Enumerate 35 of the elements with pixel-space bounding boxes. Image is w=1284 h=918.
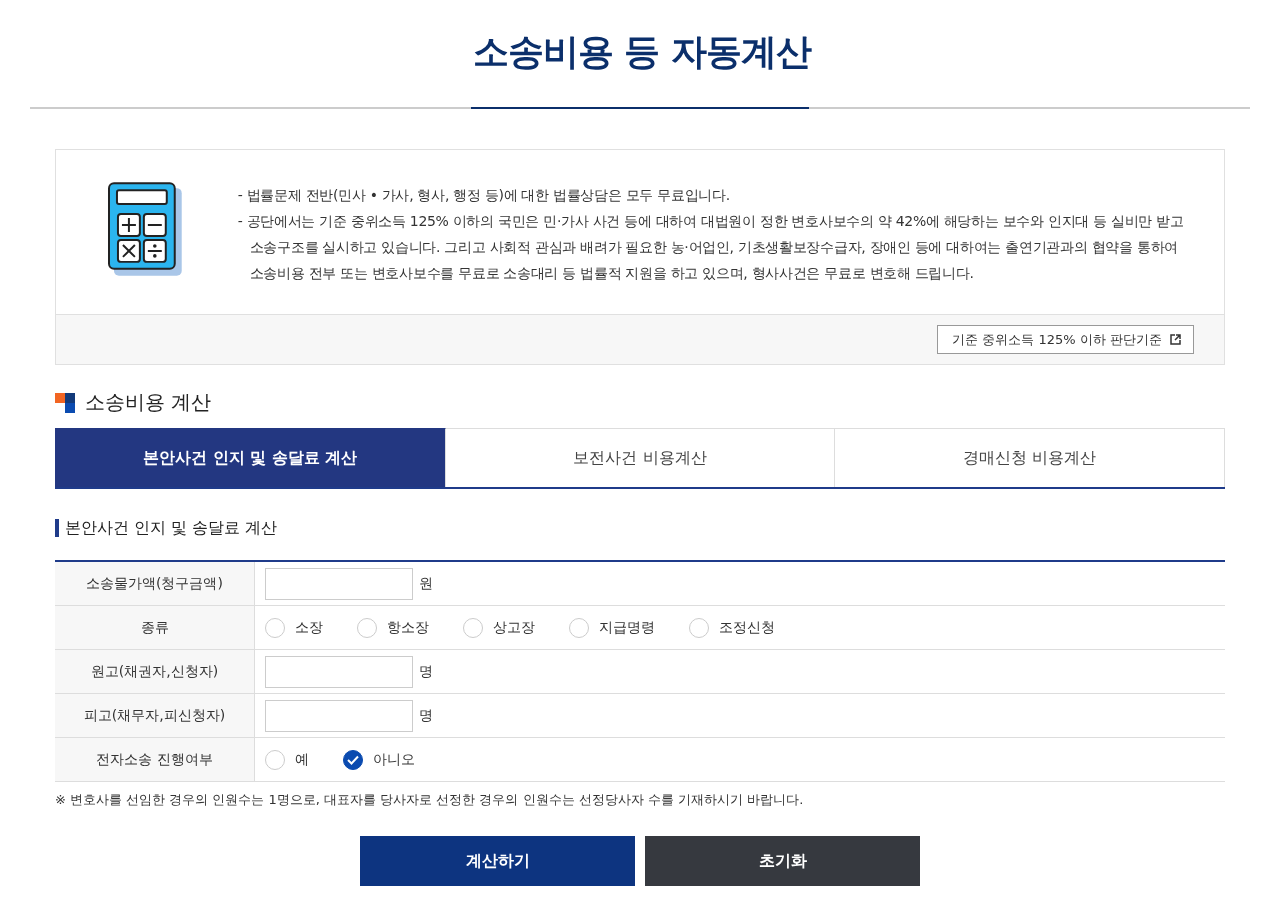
radio-label: 예 [295, 750, 309, 769]
unit-label: 원 [419, 574, 433, 593]
input-field[interactable] [265, 567, 413, 600]
radio-label: 지급명령 [599, 618, 655, 637]
unit-label: 명 [419, 662, 433, 681]
calculator-icon [108, 182, 182, 276]
page-title: 소송비용 등 자동계산 [471, 30, 813, 74]
row-label: 소송물가액(청구금액) [55, 562, 255, 605]
note-text: ※ 변호사를 선임한 경우의 인원수는 1명으로, 대표자를 당사자로 선정한 경우의 인원수는 선정당사자 수를 기재하시기 바랍니다. [55, 791, 805, 809]
radio-label: 소장 [295, 618, 323, 637]
info-text: - 공단에서는 기준 중위소득 125% 이하의 국민은 민·가사 사건 등에 대하여 대법원이 정한 변호사보수의 약 42%에 해당하는 보수와 인지대 등 실비만 받고 소송구조를 실시하고 있습니다. 그리고 사회적 관심과 배려가 필요한 농·어업인, 기초생활보장수급자, 장애인 등에 대하여는 출연기관과의 협약을 통하여 소송비용 전부 또는 변호사보수를 무료로 소송대리 등 법률적 지원을 하고 있으며, 형사사건은 무료로 변호해 드립니다. [237, 212, 1185, 283]
check-icon [347, 754, 359, 765]
external-link-icon [1170, 334, 1181, 345]
unit-label: 명 [419, 706, 433, 725]
info-text: - 법률문제 전반(민사 • 가사, 형사, 행정 등)에 대한 법률상담은 모두 무료입니다. [237, 186, 731, 205]
criteria-link[interactable]: 기준 중위소득 125% 이하 판단기준 [937, 325, 1194, 354]
row-label: 종류 [55, 606, 255, 649]
section-icon [55, 392, 75, 413]
radio-label: 항소장 [387, 618, 429, 637]
input-field[interactable] [265, 699, 413, 732]
form-title: 본안사건 인지 및 송달료 계산 [55, 519, 1225, 537]
radio-label: 상고장 [493, 618, 535, 637]
calculate-button[interactable]: 계산하기 [360, 836, 635, 886]
reset-button[interactable]: 초기화 [645, 836, 920, 886]
radio-button[interactable] [343, 749, 363, 770]
input-field[interactable] [265, 655, 413, 688]
row-label: 원고(채권자,신청자) [55, 650, 255, 693]
radio-label: 조정신청 [719, 618, 775, 637]
tab[interactable]: 경매신청 비용계산 [835, 428, 1225, 487]
row-label: 전자소송 진행여부 [55, 738, 255, 781]
row-label: 피고(채무자,피신청자) [55, 694, 255, 737]
section-title: 소송비용 계산 [85, 389, 212, 416]
tab[interactable]: 보전사건 비용계산 [445, 428, 836, 487]
radio-label: 아니오 [373, 750, 415, 769]
tab[interactable]: 본안사건 인지 및 송달료 계산 [55, 428, 446, 487]
